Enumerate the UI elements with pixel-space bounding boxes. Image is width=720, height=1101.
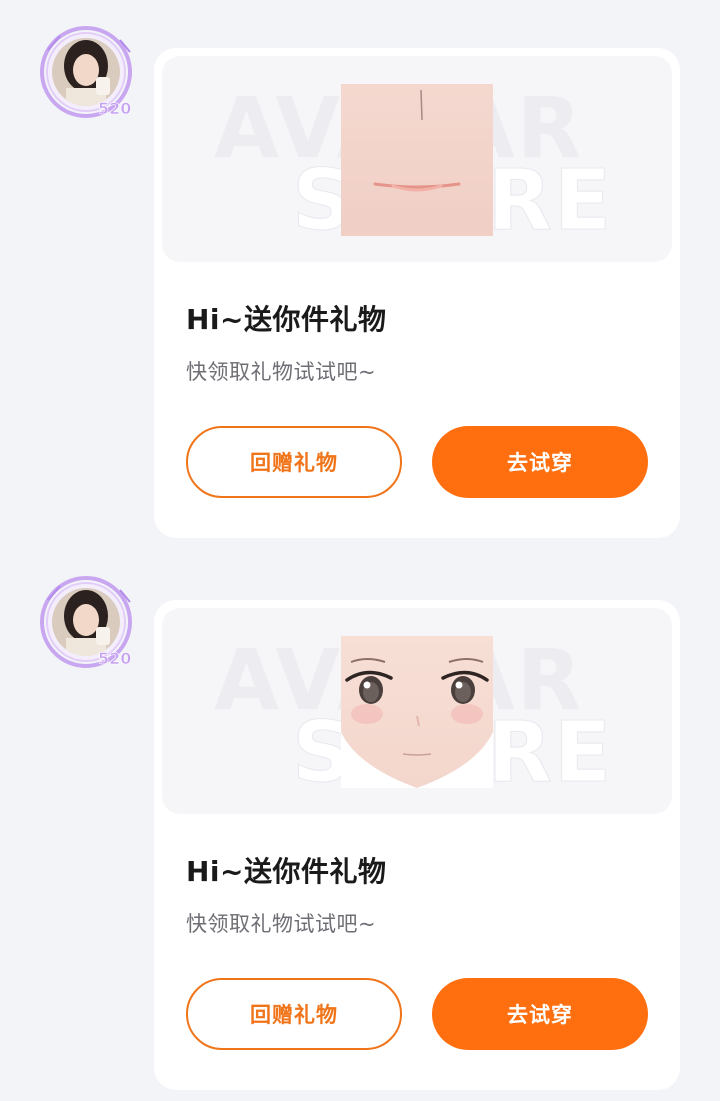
gift-item-image[interactable] (341, 636, 493, 788)
try-on-button[interactable]: 去试穿 (432, 978, 648, 1050)
card-subtitle: 快领取礼物试试吧~ (186, 360, 377, 384)
card-subtitle: 快领取礼物试试吧~ (186, 912, 377, 936)
mouth-face-part-icon (341, 84, 493, 236)
gift-preview-area: AVATAR STORE (162, 56, 672, 262)
svg-text:520: 520 (98, 99, 131, 118)
sender-avatar[interactable]: 520 (36, 572, 140, 676)
return-gift-button[interactable]: 回赠礼物 (186, 426, 402, 498)
avatar-frame-icon: 520 (40, 26, 132, 118)
svg-text:520: 520 (98, 649, 131, 668)
card-title: Hi~送你件礼物 (186, 855, 387, 888)
anime-eyes-face-part-icon (341, 636, 493, 788)
return-gift-button[interactable]: 回赠礼物 (186, 978, 402, 1050)
avatar-frame-icon: 520 (40, 576, 132, 668)
gift-item-image[interactable] (341, 84, 493, 236)
gift-preview-area: AVATAR STORE (162, 608, 672, 814)
card-title: Hi~送你件礼物 (186, 303, 387, 336)
try-on-button[interactable]: 去试穿 (432, 426, 648, 498)
sender-avatar[interactable]: 520 (36, 22, 140, 126)
gift-card: AVATAR STORE (154, 600, 680, 1090)
gift-card: AVATAR STORE Hi~送你件礼物 快领取礼物 (154, 48, 680, 538)
